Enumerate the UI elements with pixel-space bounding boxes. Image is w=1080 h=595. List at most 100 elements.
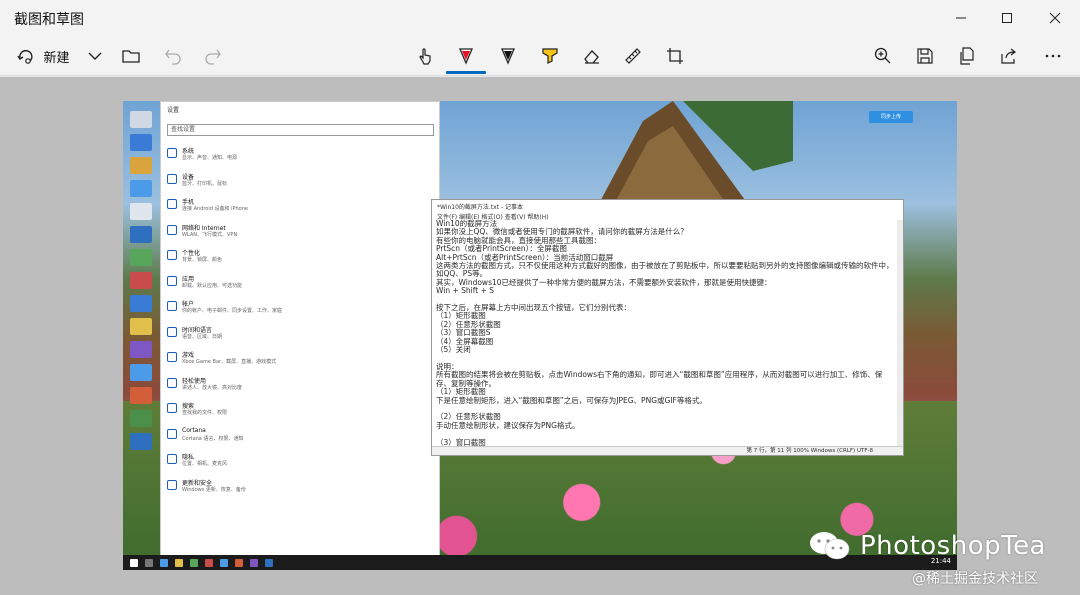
- close-button[interactable]: [1032, 0, 1078, 36]
- settings-search-input[interactable]: 查找设置: [167, 124, 434, 136]
- settings-category-icon: [167, 326, 177, 337]
- settings-item[interactable]: 游戏 Xbox Game Bar、截屏、直播、游戏模式: [167, 350, 427, 370]
- settings-item[interactable]: 时间和语言 语音、区域、日期: [167, 325, 427, 345]
- taskbar-app-icon[interactable]: [190, 558, 198, 567]
- save-icon: [917, 48, 933, 64]
- desktop-icon[interactable]: [130, 203, 152, 220]
- taskbar-app-icon[interactable]: [250, 558, 258, 567]
- settings-item[interactable]: 应用 卸载、默认应用、可选功能: [167, 274, 427, 294]
- minimize-icon: [956, 17, 966, 19]
- notepad-scrollbar[interactable]: [897, 220, 903, 446]
- highlighter-icon: [542, 48, 558, 64]
- more-icon: [1045, 54, 1061, 58]
- more-options-button[interactable]: [1040, 40, 1066, 72]
- settings-item[interactable]: 轻松使用 讲述人、放大镜、高对比度: [167, 376, 427, 396]
- snip-mode-dropdown[interactable]: [84, 40, 106, 72]
- taskbar-app-icon[interactable]: [220, 558, 228, 567]
- minimize-button[interactable]: [938, 0, 984, 36]
- settings-item-name: Cortana: [182, 426, 206, 434]
- desktop-icon[interactable]: [130, 134, 152, 151]
- settings-item-desc: Xbox Game Bar、截屏、直播、游戏模式: [182, 359, 277, 365]
- settings-category-icon: [167, 275, 177, 286]
- title-bar: 截图和草图: [0, 0, 1080, 36]
- settings-item[interactable]: 手机 连接 Android 设备和 iPhone: [167, 197, 427, 217]
- pencil-button[interactable]: [495, 40, 521, 72]
- notepad-text-area[interactable]: Win10的截屏方法 如果你没上QQ、微信或者使用专门的截屏软件，请问你的截屏方…: [436, 220, 896, 446]
- snip-canvas[interactable]: 设置 查找设置 系统 显示、声音、通知、电源 设备 蓝牙、打印机、鼠标 手机 连接 And…: [0, 77, 1080, 595]
- desktop-icon[interactable]: [130, 295, 152, 312]
- desktop-icon[interactable]: [130, 433, 152, 450]
- undo-button[interactable]: [160, 40, 186, 72]
- taskbar-app-icon[interactable]: [205, 558, 213, 567]
- ballpoint-pen-icon: [459, 48, 473, 65]
- touch-writing-button[interactable]: [412, 40, 438, 72]
- settings-item-desc: 语音、区域、日期: [182, 333, 223, 340]
- desktop-icon[interactable]: [130, 318, 152, 335]
- desktop-icon[interactable]: [130, 111, 152, 128]
- share-button[interactable]: [996, 40, 1022, 72]
- settings-item[interactable]: 网络和 Internet WLAN、飞行模式、VPN: [167, 223, 427, 243]
- settings-item[interactable]: 设备 蓝牙、打印机、鼠标: [167, 172, 427, 192]
- brand-watermark-text: PhotoshopTea: [860, 531, 1046, 561]
- active-tool-indicator: [446, 71, 486, 74]
- settings-category-icon: [167, 377, 177, 388]
- desktop-icon[interactable]: [130, 341, 152, 358]
- desktop-icon[interactable]: [130, 364, 152, 381]
- zoom-in-icon: [874, 47, 891, 64]
- open-file-button[interactable]: [118, 40, 144, 72]
- taskbar-app-icon[interactable]: [145, 558, 153, 567]
- touch-hand-icon: [419, 48, 431, 65]
- settings-item-desc: 背景、锁屏、颜色: [182, 257, 223, 263]
- cloud-upload-badge[interactable]: 同步上传: [869, 111, 913, 123]
- settings-window: 设置 查找设置 系统 显示、声音、通知、电源 设备 蓝牙、打印机、鼠标 手机 连接 And…: [160, 101, 440, 556]
- redo-icon: [205, 49, 221, 65]
- wechat-logo-icon: [810, 532, 850, 560]
- eraser-button[interactable]: [579, 40, 605, 72]
- desktop-icon[interactable]: [130, 249, 152, 266]
- save-button[interactable]: [912, 40, 938, 72]
- settings-item[interactable]: 隐私 位置、相机、麦克风: [167, 452, 427, 472]
- desktop-icon[interactable]: [130, 410, 152, 427]
- desktop-icon[interactable]: [130, 226, 152, 243]
- settings-category-icon: [167, 148, 177, 158]
- chevron-down-icon: [88, 52, 102, 60]
- taskbar-app-icon[interactable]: [160, 558, 168, 567]
- start-icon[interactable]: [130, 558, 138, 567]
- ballpoint-pen-button[interactable]: [453, 40, 479, 72]
- settings-item-desc: WLAN、飞行模式、VPN: [182, 231, 238, 238]
- taskbar-app-icon[interactable]: [175, 558, 183, 567]
- new-snip-button[interactable]: 新建: [10, 40, 76, 72]
- new-snip-label: 新建: [43, 50, 70, 66]
- copy-button[interactable]: [954, 40, 980, 72]
- desktop-icon[interactable]: [130, 387, 152, 404]
- settings-category-icon: [167, 199, 177, 209]
- maximize-icon: [1002, 13, 1012, 23]
- settings-item[interactable]: 更新和安全 Windows 更新、恢复、备份: [167, 478, 427, 498]
- settings-item[interactable]: 系统 显示、声音、通知、电源: [167, 146, 427, 166]
- settings-category-icon: [167, 250, 177, 260]
- maximize-button[interactable]: [984, 0, 1030, 36]
- desktop-icon[interactable]: [130, 272, 152, 289]
- zoom-button[interactable]: [870, 40, 896, 72]
- desktop-icons: [126, 105, 156, 456]
- settings-item[interactable]: 帐户 你的帐户、电子邮件、同步设置、工作、家庭: [167, 299, 427, 319]
- taskbar-app-icon[interactable]: [235, 558, 243, 567]
- redo-button[interactable]: [200, 40, 226, 72]
- settings-category-icon: [167, 173, 177, 184]
- crop-button[interactable]: [662, 40, 688, 72]
- notepad-title: *Win10的截屏方法.txt - 记事本: [437, 204, 524, 211]
- crop-icon: [667, 48, 683, 64]
- desktop-icon[interactable]: [130, 157, 152, 174]
- settings-item[interactable]: Cortana Cortana 语言、权限、通知: [167, 427, 427, 447]
- settings-item-desc: 讲述人、放大镜、高对比度: [182, 384, 243, 391]
- highlighter-button[interactable]: [537, 40, 563, 72]
- taskbar-app-icon[interactable]: [265, 558, 273, 567]
- toolbar: 新建: [0, 36, 1080, 76]
- desktop-icon[interactable]: [130, 180, 152, 197]
- settings-category-icon: [167, 454, 177, 464]
- settings-item[interactable]: 个性化 背景、锁屏、颜色: [167, 248, 427, 268]
- settings-item[interactable]: 搜索 查找我的文件、权限: [167, 401, 427, 421]
- ruler-button[interactable]: [620, 40, 646, 72]
- close-icon: [1049, 12, 1061, 24]
- settings-title: 设置: [167, 107, 180, 114]
